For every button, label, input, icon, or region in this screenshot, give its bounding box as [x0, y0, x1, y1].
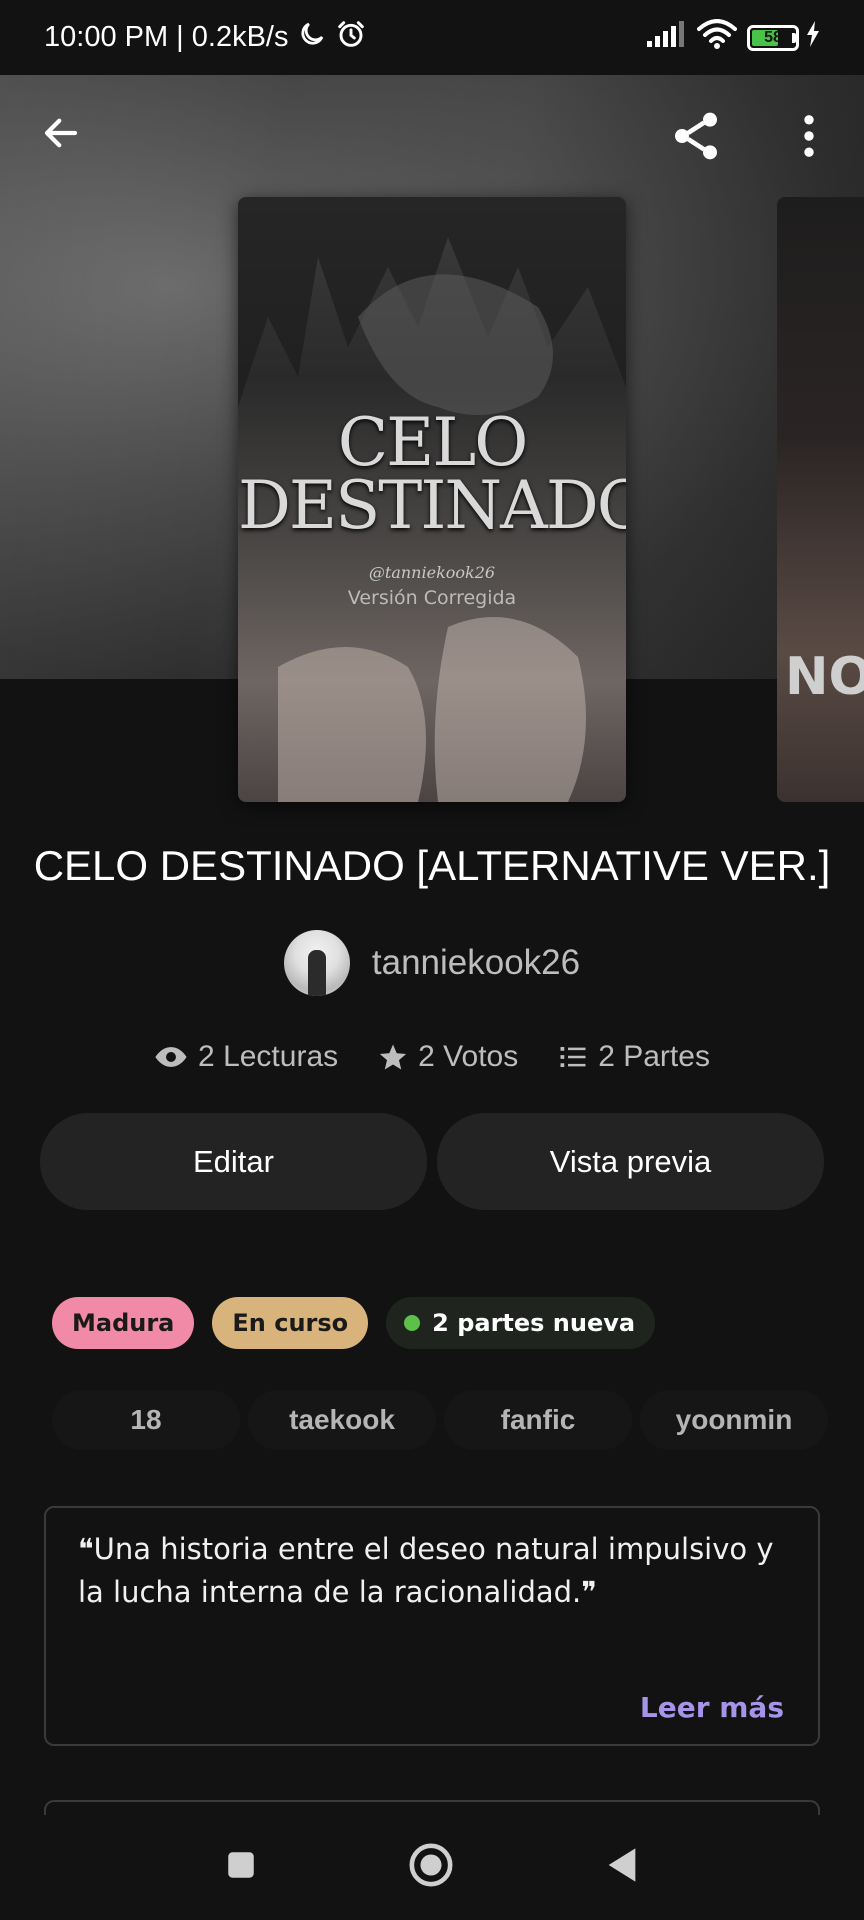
status-bar: 10:00 PM | 0.2kB/s 58	[0, 0, 864, 75]
eye-icon	[155, 1047, 187, 1067]
charging-icon	[806, 20, 820, 55]
back-button[interactable]	[40, 112, 82, 154]
book-cover[interactable]: CELO DESTINADO @tanniekook26 Versión Cor…	[238, 197, 626, 802]
description-text: ❝Una historia entre el deseo natural imp…	[78, 1532, 774, 1609]
alarm-icon	[335, 18, 367, 58]
triangle-back-icon	[608, 1848, 636, 1882]
status-dot	[404, 1315, 421, 1331]
list-icon	[560, 1047, 586, 1067]
votes-count: 2 Votos	[418, 1040, 519, 1073]
arrow-left-icon	[44, 118, 78, 148]
preview-button[interactable]: Vista previa	[437, 1113, 824, 1210]
author-row[interactable]: tanniekook26	[0, 930, 864, 996]
cover-subtitle: Versión Corregida	[347, 587, 517, 609]
tag-chip[interactable]: 18	[52, 1390, 240, 1450]
description-box: ❝Una historia entre el deseo natural imp…	[44, 1506, 820, 1746]
star-icon	[380, 1044, 407, 1070]
votes-stat: 2 Votos	[378, 1040, 518, 1074]
more-options-button[interactable]	[796, 114, 822, 158]
tags-row: 18 taekook fanfic yoonmin	[52, 1390, 864, 1450]
reads-count: 2 Lecturas	[198, 1040, 339, 1073]
author-name[interactable]: tanniekook26	[372, 943, 580, 983]
avatar[interactable]	[283, 930, 350, 996]
parts-count: 2 Partes	[598, 1040, 710, 1073]
signal-icon	[647, 20, 687, 55]
square-icon	[228, 1852, 254, 1878]
share-icon	[675, 112, 717, 160]
back-nav-button[interactable]	[604, 1845, 640, 1890]
ongoing-badge: En curso	[212, 1297, 369, 1349]
mature-badge: Madura	[52, 1297, 195, 1349]
wifi-icon	[697, 18, 737, 57]
story-title: CELO DESTINADO [ALTERNATIVE VER.]	[33, 842, 831, 889]
tag-chip[interactable]: taekook	[248, 1390, 436, 1450]
new-parts-label: 2 partes nueva	[432, 1309, 636, 1337]
recents-button[interactable]	[224, 1848, 258, 1887]
reads-stat: 2 Lecturas	[154, 1040, 338, 1074]
read-more-link[interactable]: Leer más	[640, 1691, 784, 1724]
cover-author-tag: @tanniekook26	[368, 563, 496, 582]
story-badges: Madura En curso 2 partes nueva	[52, 1297, 656, 1349]
edit-button[interactable]: Editar	[40, 1113, 427, 1210]
stats-row: 2 Lecturas 2 Votos 2 Partes	[0, 1040, 864, 1074]
home-button[interactable]	[408, 1842, 454, 1893]
next-book-cover[interactable]: NO	[777, 197, 864, 802]
next-cover-text: NO	[785, 647, 864, 707]
cover-title: CELO DESTINADO	[238, 404, 626, 544]
parts-stat: 2 Partes	[558, 1040, 710, 1074]
home-circle-icon	[409, 1843, 453, 1887]
tag-chip[interactable]: fanfic	[444, 1390, 632, 1450]
new-parts-badge: 2 partes nueva	[386, 1297, 656, 1349]
system-nav-bar	[0, 1815, 864, 1920]
tag-chip[interactable]: yoonmin	[640, 1390, 828, 1450]
moon-icon	[297, 19, 327, 57]
more-vertical-icon	[804, 115, 814, 157]
battery-level: 58	[764, 28, 782, 46]
battery-icon: 58	[747, 24, 799, 51]
status-time-speed: 10:00 PM | 0.2kB/s	[44, 21, 289, 53]
share-button[interactable]	[668, 108, 724, 164]
